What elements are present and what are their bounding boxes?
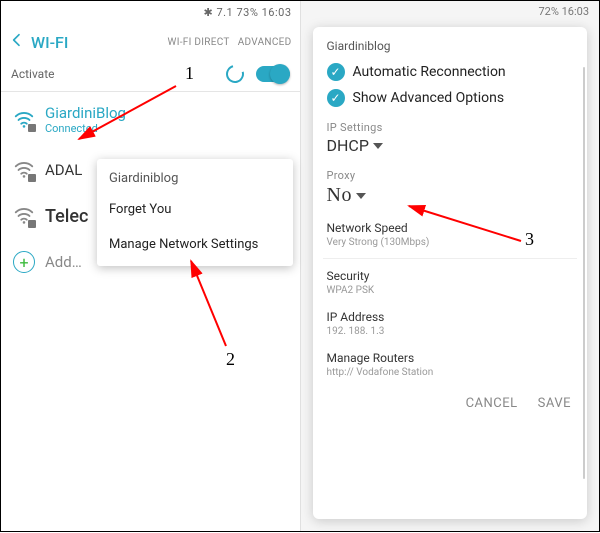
context-menu-title: Giardiniblog xyxy=(97,163,293,192)
proxy-dropdown[interactable]: No xyxy=(327,184,574,207)
statusbar-left: ✱ 7.1 73% 16:03 xyxy=(1,1,300,23)
save-button[interactable]: SAVE xyxy=(536,392,573,415)
network-settings-dialog: Giardiniblog ✓ Automatic Reconnection ✓ … xyxy=(313,27,588,519)
show-advanced-row[interactable]: ✓ Show Advanced Options xyxy=(327,89,574,107)
manage-routers-value: http:// Vodafone Station xyxy=(327,367,574,378)
right-screen: 72% 16:03 Giardiniblog ✓ Automatic Recon… xyxy=(301,1,600,531)
wifi-icon xyxy=(13,205,35,227)
wifi-toggle[interactable] xyxy=(256,66,290,82)
network-name: GiardiniBlog xyxy=(45,104,126,122)
network-item-connected[interactable]: GiardiniBlog Connected xyxy=(1,92,300,147)
add-icon[interactable]: + xyxy=(13,251,35,273)
chevron-down-icon xyxy=(373,143,383,149)
network-speed-value: Very Strong (130Mbps) xyxy=(327,237,574,248)
wifi-icon xyxy=(13,159,35,181)
advanced-link[interactable]: ADVANCED xyxy=(238,37,292,48)
show-advanced-label: Show Advanced Options xyxy=(353,90,505,106)
wifi-header: WI-FI WI-FI DIRECT ADVANCED xyxy=(1,23,300,61)
ip-address-label: IP Address xyxy=(327,310,574,324)
network-status: Connected xyxy=(45,122,126,135)
network-context-menu: Giardiniblog Forget You Manage Network S… xyxy=(97,159,293,266)
wifi-icon xyxy=(13,109,35,131)
security-label: Security xyxy=(327,269,574,283)
ip-settings-value: DHCP xyxy=(327,136,369,155)
proxy-label: Proxy xyxy=(327,169,574,182)
add-network-label: Add… xyxy=(45,253,82,271)
cancel-button[interactable]: CANCEL xyxy=(464,392,520,415)
ip-settings-dropdown[interactable]: DHCP xyxy=(327,136,574,155)
auto-reconnect-row[interactable]: ✓ Automatic Reconnection xyxy=(327,63,574,81)
ip-address-value: 192. 188. 1.3 xyxy=(327,326,574,337)
chevron-down-icon xyxy=(356,193,366,199)
security-value: WPA2 PSK xyxy=(327,285,574,296)
proxy-value: No xyxy=(327,184,352,207)
auto-reconnect-label: Automatic Reconnection xyxy=(353,64,506,80)
network-name: Telec xyxy=(45,206,88,227)
checkbox-checked-icon: ✓ xyxy=(327,89,345,107)
dialog-title: Giardiniblog xyxy=(327,39,574,53)
back-icon[interactable] xyxy=(9,32,25,52)
activate-label: Activate xyxy=(11,67,55,81)
left-screen: ✱ 7.1 73% 16:03 WI-FI WI-FI DIRECT ADVAN… xyxy=(1,1,301,531)
refresh-icon[interactable] xyxy=(222,62,247,87)
divider xyxy=(323,258,578,259)
status-text: ✱ 7.1 73% 16:03 xyxy=(204,6,292,19)
activate-row: Activate xyxy=(1,61,300,91)
network-name: ADAL xyxy=(45,161,82,179)
checkbox-checked-icon: ✓ xyxy=(327,63,345,81)
manage-routers-label: Manage Routers xyxy=(327,351,574,365)
scrollbar[interactable] xyxy=(583,67,585,479)
wifi-direct-link[interactable]: WI-FI DIRECT xyxy=(168,37,230,48)
ip-settings-label: IP Settings xyxy=(327,121,574,134)
page-title: WI-FI xyxy=(31,33,68,52)
statusbar-right: 72% 16:03 xyxy=(538,5,589,18)
forget-network-item[interactable]: Forget You xyxy=(97,192,293,227)
network-speed-label: Network Speed xyxy=(327,221,574,235)
manage-network-settings-item[interactable]: Manage Network Settings xyxy=(97,227,293,262)
